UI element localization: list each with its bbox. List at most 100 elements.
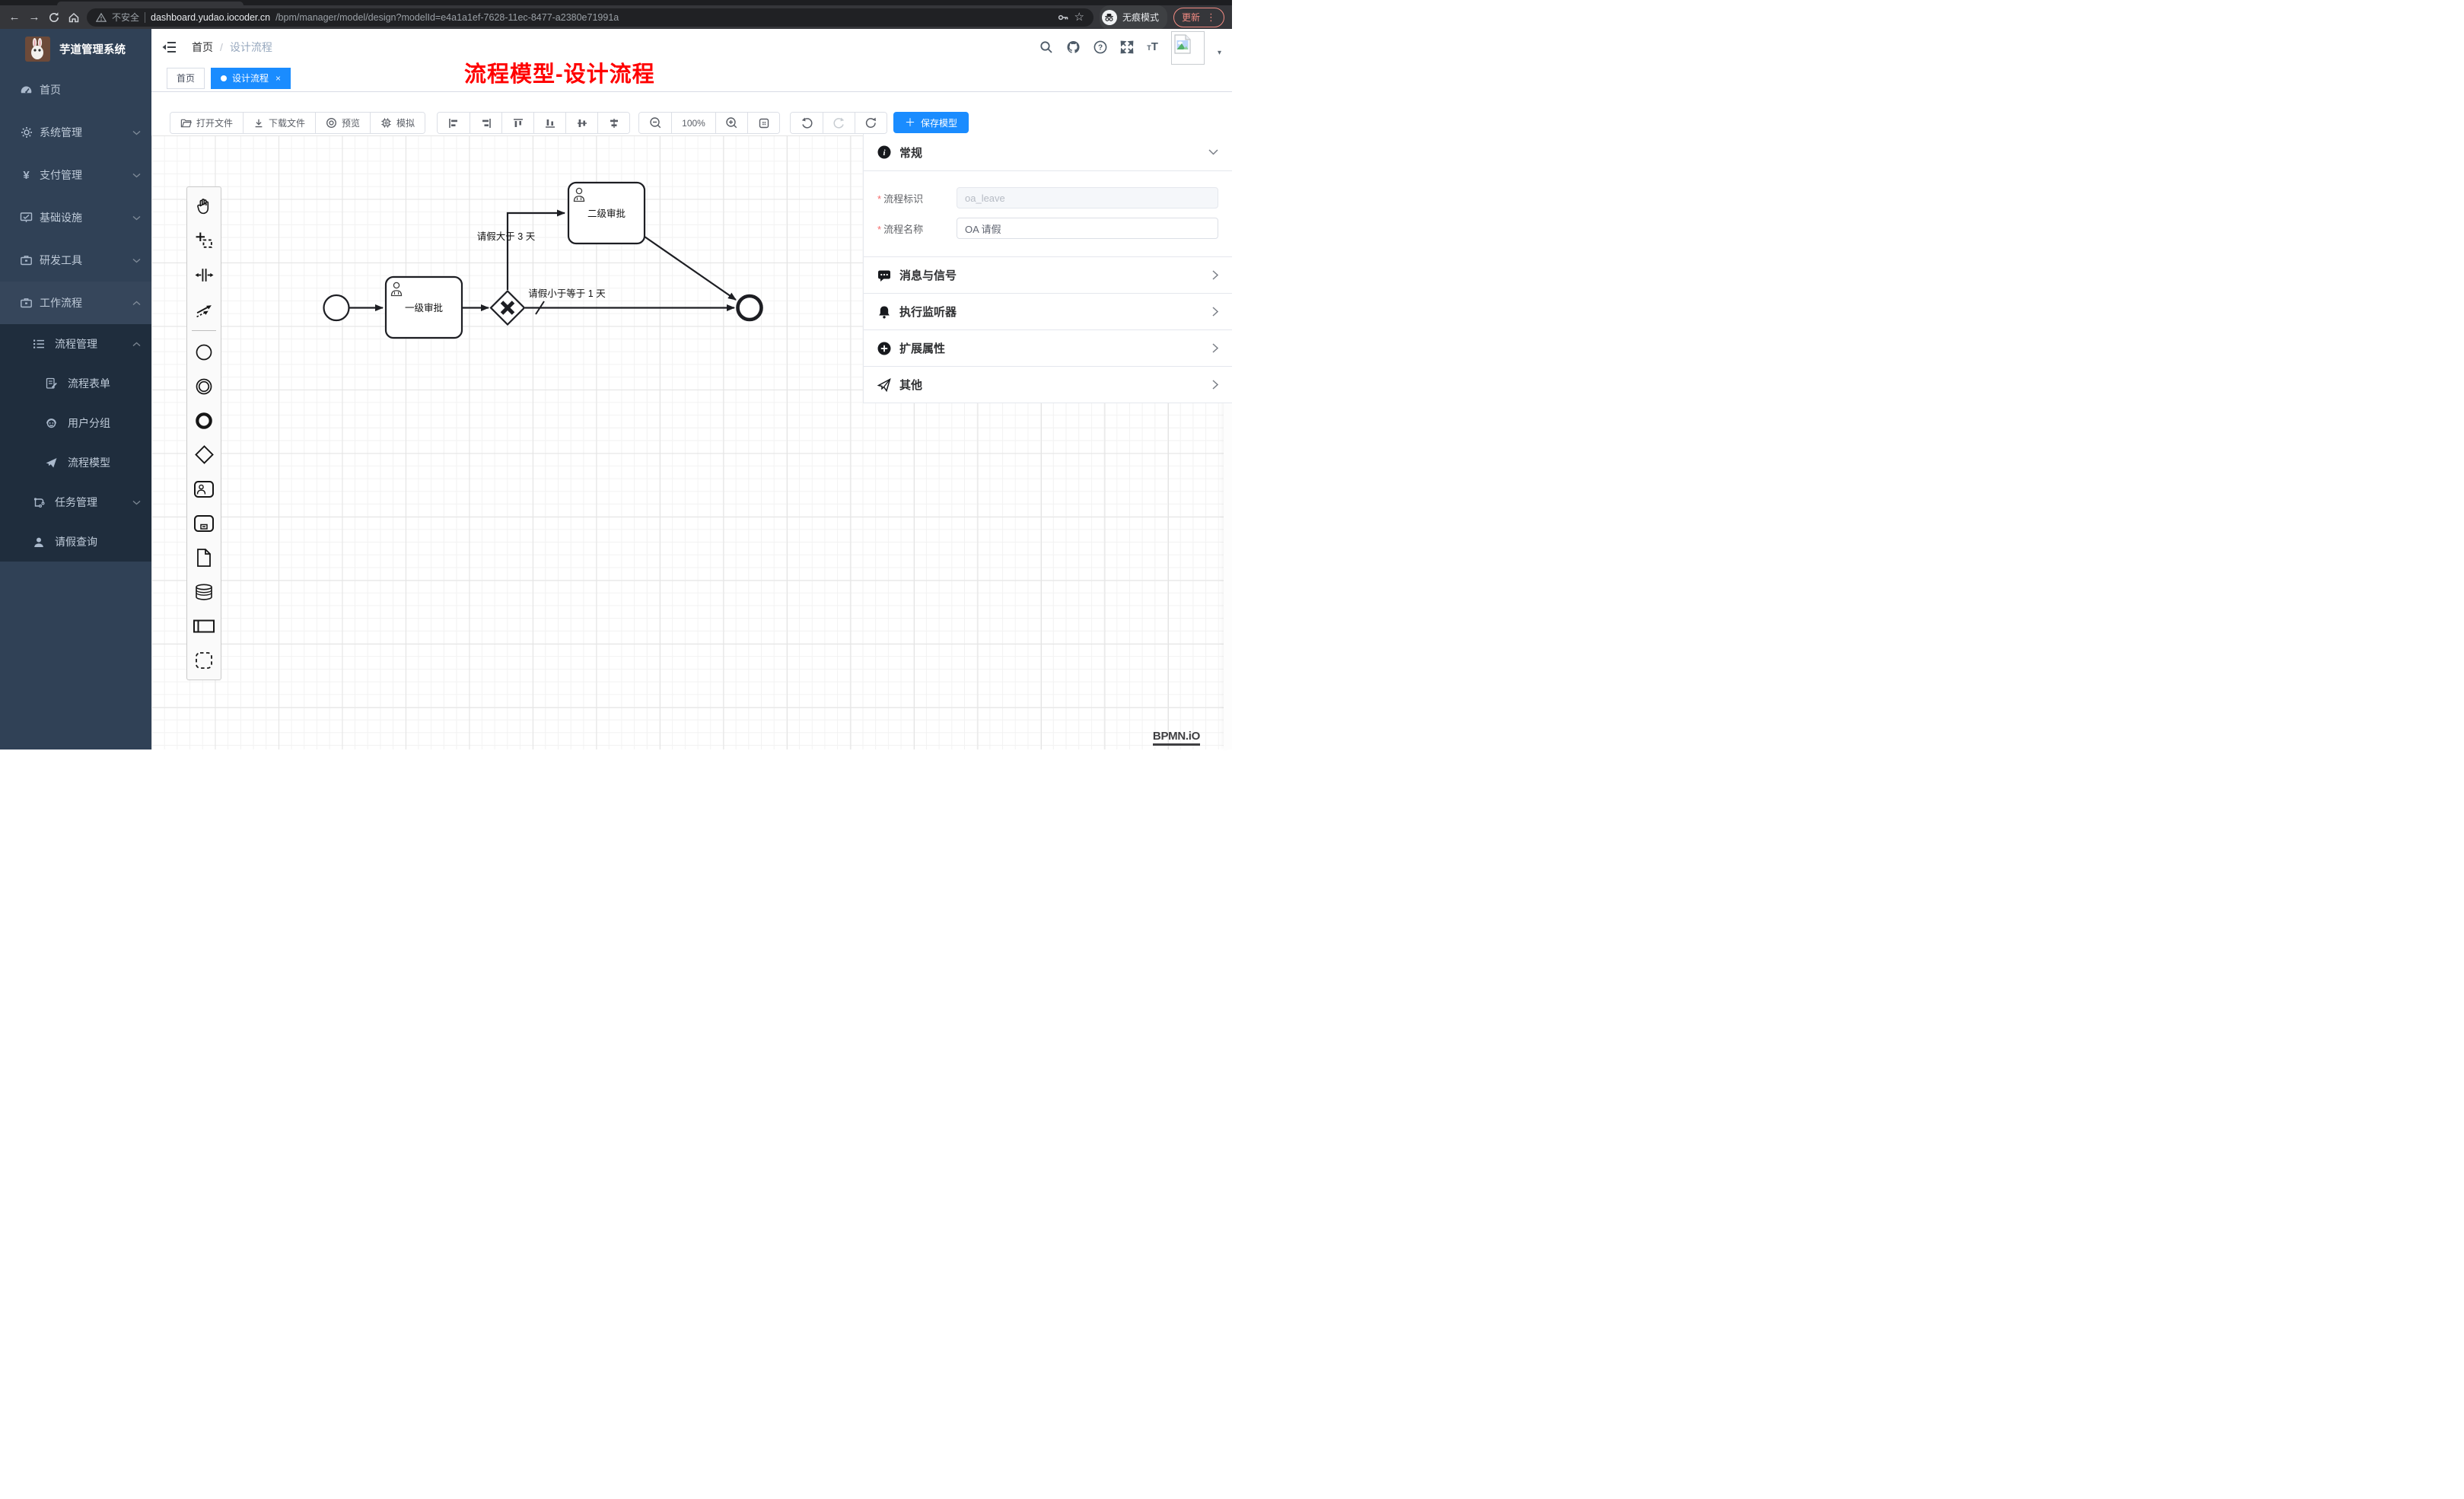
section-extended-attributes[interactable]: 扩展属性	[864, 330, 1232, 367]
undo-button[interactable]	[791, 113, 823, 133]
toolbox-icon	[20, 254, 33, 266]
align-horizontal-center-icon	[608, 117, 620, 129]
breadcrumb-home[interactable]: 首页	[192, 40, 213, 55]
create-start-event[interactable]	[187, 335, 221, 369]
sidebar-item-system[interactable]: 系统管理	[0, 111, 151, 154]
sidebar-item-label: 流程表单	[68, 376, 141, 391]
sidebar-item-process-mgmt[interactable]: 流程管理	[0, 324, 151, 364]
flow-gateway-to-task2[interactable]	[508, 213, 565, 290]
space-tool[interactable]	[187, 258, 221, 292]
bpmn-io-watermark[interactable]: BPMN.iO	[1153, 730, 1200, 746]
hand-tool[interactable]	[187, 189, 221, 224]
open-file-button[interactable]: 打开文件	[170, 113, 243, 133]
align-vertical-center-icon	[576, 117, 588, 129]
app-logo-row[interactable]: 芋道管理系统	[0, 29, 151, 68]
align-vertical-center-button[interactable]	[565, 113, 597, 133]
url-host[interactable]: dashboard.yudao.iocoder.cn	[151, 12, 270, 23]
zoom-reset-icon	[758, 117, 770, 129]
section-execution-listener[interactable]: 执行监听器	[864, 294, 1232, 330]
not-secure-icon[interactable]	[96, 12, 107, 23]
align-bottom-button[interactable]	[533, 113, 565, 133]
tab-home[interactable]: 首页	[167, 68, 205, 89]
sidebar-item-pay[interactable]: ¥ 支付管理	[0, 154, 151, 196]
create-exclusive-gateway[interactable]	[187, 438, 221, 472]
sidebar-item-leave-query[interactable]: 请假查询	[0, 522, 151, 562]
chevron-down-icon	[132, 500, 141, 505]
process-name-input[interactable]	[957, 218, 1218, 239]
create-intermediate-event[interactable]	[187, 369, 221, 403]
browser-forward-icon[interactable]: →	[27, 11, 41, 24]
zoom-in-button[interactable]	[715, 113, 747, 133]
redo-button[interactable]	[823, 113, 855, 133]
simulate-button[interactable]: 模拟	[370, 113, 425, 133]
browser-active-tab[interactable]	[57, 2, 244, 5]
preview-button[interactable]: 预览	[315, 113, 370, 133]
browser-back-icon[interactable]: ←	[8, 11, 21, 24]
zoom-out-button[interactable]	[639, 113, 671, 133]
sidebar-item-label: 请假查询	[55, 534, 141, 549]
avatar-dropdown-icon[interactable]: ▾	[1218, 49, 1221, 57]
save-model-button[interactable]: ＋ 保存模型	[893, 112, 969, 133]
font-size-icon[interactable]: TT	[1147, 41, 1158, 53]
address-bar[interactable]: 不安全 dashboard.yudao.iocoder.cn /bpm/mana…	[87, 8, 1094, 27]
sidebar-item-user-group[interactable]: 用户分组	[0, 403, 151, 443]
url-path[interactable]: /bpm/manager/model/design?modelId=e4a1a1…	[275, 12, 1051, 23]
github-icon[interactable]	[1066, 40, 1081, 54]
flow-label-gt3[interactable]: 请假大于 3 天	[477, 231, 536, 242]
close-icon[interactable]: ×	[275, 73, 281, 84]
browser-home-icon[interactable]	[67, 11, 81, 24]
update-button[interactable]: 更新 ⋮	[1173, 8, 1224, 27]
sidebar-item-process-model[interactable]: 流程模型	[0, 443, 151, 482]
flow-task2-to-end[interactable]	[645, 237, 736, 300]
global-connect-tool[interactable]	[187, 292, 221, 326]
sidebar-item-label: 系统管理	[40, 125, 132, 140]
create-end-event[interactable]	[187, 403, 221, 438]
bookmark-star-icon[interactable]: ☆	[1074, 11, 1084, 23]
flow-label-le1[interactable]: 请假小于等于 1 天	[528, 288, 606, 299]
lasso-tool[interactable]	[187, 224, 221, 258]
search-icon[interactable]	[1039, 40, 1053, 54]
required-asterisk: *	[877, 224, 881, 235]
sidebar-item-home[interactable]: 首页	[0, 68, 151, 111]
restart-button[interactable]	[855, 113, 887, 133]
section-general[interactable]: i 常规	[864, 134, 1232, 171]
align-right-button[interactable]	[470, 113, 501, 133]
process-key-input[interactable]	[957, 187, 1218, 208]
sidebar-item-workflow[interactable]: 工作流程	[0, 282, 151, 324]
avatar[interactable]	[1171, 31, 1205, 65]
password-key-icon[interactable]	[1057, 11, 1069, 24]
create-data-object[interactable]	[187, 540, 221, 574]
user-group-icon	[45, 417, 58, 429]
user-task-level1[interactable]: 一级审批	[386, 277, 462, 338]
tab-design-process[interactable]: 设计流程 ×	[211, 68, 291, 89]
field-label: *流程标识	[877, 191, 957, 205]
sidebar-item-devtools[interactable]: 研发工具	[0, 239, 151, 282]
zoom-reset-button[interactable]	[747, 113, 779, 133]
fullscreen-icon[interactable]	[1120, 40, 1134, 54]
create-group[interactable]	[187, 643, 221, 677]
browser-reload-icon[interactable]	[47, 11, 61, 24]
create-data-store[interactable]	[187, 574, 221, 609]
create-subprocess[interactable]	[187, 506, 221, 540]
exclusive-gateway[interactable]	[491, 291, 524, 325]
sidebar-item-task-mgmt[interactable]: 任务管理	[0, 482, 151, 522]
sidebar-item-process-form[interactable]: 流程表单	[0, 364, 151, 403]
align-horizontal-center-button[interactable]	[597, 113, 629, 133]
sidebar-item-infra[interactable]: 基础设施	[0, 196, 151, 239]
section-other[interactable]: 其他	[864, 367, 1232, 403]
collapse-sidebar-icon[interactable]	[162, 41, 177, 53]
user-task-level2[interactable]: 二级审批	[568, 183, 645, 243]
create-participant[interactable]	[187, 609, 221, 643]
start-event[interactable]	[324, 295, 349, 320]
section-message-signal[interactable]: 消息与信号	[864, 257, 1232, 294]
download-file-button[interactable]: 下载文件	[243, 113, 315, 133]
end-event[interactable]	[738, 296, 762, 320]
browser-menu-icon[interactable]: ⋮	[1206, 11, 1216, 24]
sidebar-item-label: 流程管理	[55, 336, 132, 352]
zoom-level[interactable]: 100%	[671, 113, 715, 133]
align-top-button[interactable]	[501, 113, 533, 133]
create-user-task[interactable]	[187, 472, 221, 506]
align-left-button[interactable]	[438, 113, 470, 133]
help-icon[interactable]: ?	[1094, 40, 1107, 54]
section-title: 执行监听器	[899, 304, 1212, 320]
